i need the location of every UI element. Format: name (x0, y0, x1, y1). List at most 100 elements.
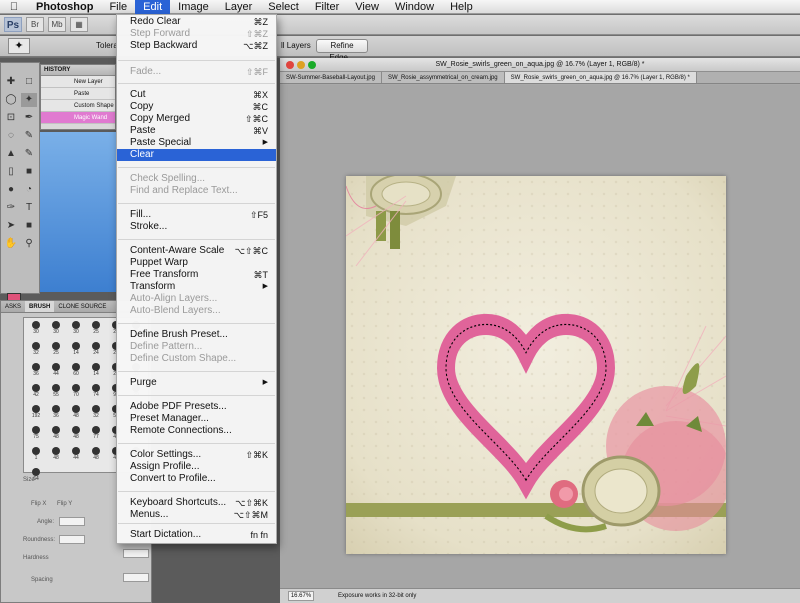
crop-tool-icon[interactable]: ⊡ (3, 111, 19, 125)
move-tool-icon[interactable]: ✚ (3, 75, 19, 89)
menu-item-step-backward[interactable]: Step Backward ⌥⌘Z (117, 40, 276, 52)
menu-item-redo-clear[interactable]: Redo Clear ⌘Z (117, 16, 276, 28)
menu-image[interactable]: Image (170, 0, 217, 14)
brush-tip-item[interactable]: 30 (46, 320, 66, 338)
menu-item-purge[interactable]: Purge ▶ (117, 377, 276, 389)
history-brush-tool-icon[interactable]: ✎ (21, 147, 37, 161)
brush-tool-icon[interactable]: ✎ (21, 129, 37, 143)
zoom-level-field[interactable]: 16.67% (288, 591, 314, 601)
menu-item-cut[interactable]: Cut ⌘X (117, 89, 276, 101)
menu-item-menus[interactable]: Menus... ⌥⇧⌘M (117, 509, 276, 521)
menu-item-remote-connections[interactable]: Remote Connections... (117, 425, 276, 437)
brush-tip-item[interactable]: 44 (66, 446, 86, 464)
menu-item-preset-manager[interactable]: Preset Manager... (117, 413, 276, 425)
eyedropper-tool-icon[interactable]: ✒ (21, 111, 37, 125)
type-tool-icon[interactable]: T (21, 201, 37, 215)
flip-x-checkbox[interactable]: Flip X (31, 501, 46, 507)
spacing-input[interactable] (123, 573, 149, 582)
menu-item-free-transform[interactable]: Free Transform ⌘T (117, 269, 276, 281)
brush-tip-item[interactable]: 36 (26, 362, 46, 380)
menu-item-assign-profile[interactable]: Assign Profile... (117, 461, 276, 473)
blur-tool-icon[interactable]: ● (3, 183, 19, 197)
gradient-tool-icon[interactable]: ■ (21, 165, 37, 179)
refine-edge-button[interactable]: Refine Edge... (316, 39, 368, 62)
brush-tip-item[interactable]: 24 (86, 341, 106, 359)
menu-help[interactable]: Help (442, 0, 481, 14)
menu-file[interactable]: File (101, 0, 135, 14)
menu-layer[interactable]: Layer (217, 0, 261, 14)
brush-tip-item[interactable]: 48 (46, 425, 66, 443)
menu-item-stroke[interactable]: Stroke... (117, 221, 276, 233)
magic-wand-tool-icon[interactable]: ✦ (21, 93, 37, 107)
angle-input[interactable] (59, 517, 85, 526)
brush-tip-item[interactable]: 14 (86, 362, 106, 380)
menu-item-start-dictation[interactable]: Start Dictation... fn fn (117, 529, 276, 541)
menu-window[interactable]: Window (387, 0, 442, 14)
menu-select[interactable]: Select (260, 0, 307, 14)
pen-tool-icon[interactable]: ✑ (3, 201, 19, 215)
brush-tip-item[interactable]: 48 (46, 446, 66, 464)
menu-item-copy[interactable]: Copy ⌘C (117, 101, 276, 113)
tool-preset-picker[interactable]: ✦ (8, 38, 30, 54)
tab-brush-presets[interactable]: ASKS (1, 301, 25, 312)
brush-tip-item[interactable]: 44 (46, 362, 66, 380)
healing-brush-tool-icon[interactable]: ◌ (3, 129, 19, 143)
brush-tip-item[interactable]: 42 (26, 383, 46, 401)
brush-tip-item[interactable]: 25 (86, 320, 106, 338)
menu-item-paste[interactable]: Paste ⌘V (117, 125, 276, 137)
flip-y-checkbox[interactable]: Flip Y (57, 501, 72, 507)
bridge-button[interactable]: Br (26, 17, 44, 32)
canvas-area[interactable] (280, 85, 800, 588)
menu-item-color-settings[interactable]: Color Settings... ⇧⌘K (117, 449, 276, 461)
brush-tip-item[interactable]: 55 (46, 383, 66, 401)
menu-item-paste-special[interactable]: Paste Special ▶ (117, 137, 276, 149)
marquee-tool-icon[interactable]: □ (21, 75, 37, 89)
history-item-selected[interactable]: Magic Wand (41, 112, 115, 124)
brush-tip-item[interactable]: 48 (66, 404, 86, 422)
close-window-icon[interactable] (286, 61, 294, 69)
history-item[interactable]: New Layer (41, 76, 115, 88)
brush-tip-item[interactable]: 25 (46, 341, 66, 359)
spacing-checkbox[interactable]: Spacing (31, 577, 53, 583)
brush-tip-item[interactable]: 70 (66, 383, 86, 401)
document-tab[interactable]: SW-Summer-Baseball-Layout.jpg (280, 72, 382, 83)
brush-tip-item[interactable]: 14 (66, 341, 86, 359)
brush-tip-item[interactable]: 75 (26, 425, 46, 443)
minibridge-button[interactable]: Mb (48, 17, 66, 32)
brush-tip-item[interactable]: 48 (66, 425, 86, 443)
menu-item-copy-merged[interactable]: Copy Merged ⇧⌘C (117, 113, 276, 125)
path-selection-tool-icon[interactable]: ➤ (3, 219, 19, 233)
menu-item-define-brush-preset[interactable]: Define Brush Preset... (117, 329, 276, 341)
shape-tool-icon[interactable]: ■ (21, 219, 37, 233)
brush-tip-item[interactable]: 32 (26, 341, 46, 359)
eraser-tool-icon[interactable]: ▯ (3, 165, 19, 179)
menu-photoshop[interactable]: Photoshop (28, 0, 101, 14)
brush-tip-item[interactable]: 48 (86, 446, 106, 464)
menu-edit[interactable]: Edit (135, 0, 171, 14)
sample-all-layers-label[interactable]: ll Layers (281, 41, 311, 50)
brush-tip-item[interactable]: 32 (86, 404, 106, 422)
brush-tip-item[interactable]: 60 (66, 362, 86, 380)
scrapbook-paper[interactable] (346, 176, 726, 554)
menu-item-puppet-warp[interactable]: Puppet Warp (117, 257, 276, 269)
hardness-input[interactable] (123, 549, 149, 558)
dodge-tool-icon[interactable]: ◔ (21, 183, 37, 197)
document-tab-active[interactable]: SW_Rosie_swirls_green_on_aqua.jpg @ 16.7… (504, 72, 697, 83)
history-item[interactable]: Custom Shape (41, 100, 115, 112)
menu-item-transform[interactable]: Transform ▶ (117, 281, 276, 293)
history-item[interactable]: Paste (41, 88, 115, 100)
view-extras-button[interactable]: ▦ (70, 17, 88, 32)
zoom-window-icon[interactable] (308, 61, 316, 69)
brush-tip-item[interactable]: 77 (86, 425, 106, 443)
menu-item-fill[interactable]: Fill... ⇧F5 (117, 209, 276, 221)
tab-clone-source[interactable]: CLONE SOURCE (54, 301, 110, 312)
menu-item-keyboard-shortcuts[interactable]: Keyboard Shortcuts... ⌥⇧⌘K (117, 497, 276, 509)
brush-tip-item[interactable]: 1 (26, 446, 46, 464)
document-tab[interactable]: SW_Rosie_assymmetrical_on_cream.jpg (381, 72, 505, 83)
brush-tip-item[interactable]: 192 (26, 404, 46, 422)
menu-item-adobe-pdf-presets[interactable]: Adobe PDF Presets... (117, 401, 276, 413)
brush-tip-item[interactable]: 74 (86, 383, 106, 401)
menu-item-content-aware-scale[interactable]: Content-Aware Scale ⌥⇧⌘C (117, 245, 276, 257)
brush-tip-item[interactable]: 36 (46, 404, 66, 422)
apple-icon[interactable]:  (0, 1, 28, 13)
